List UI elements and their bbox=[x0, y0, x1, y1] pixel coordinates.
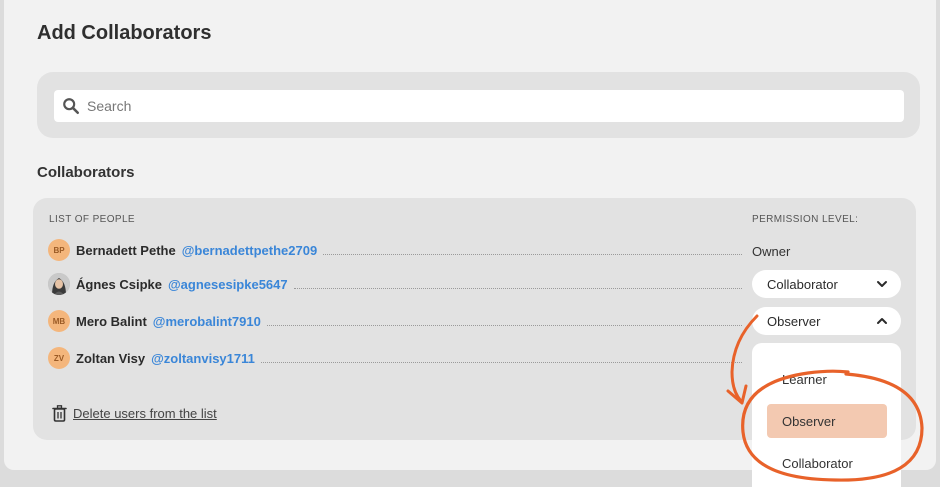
person-name: Mero Balint bbox=[76, 313, 147, 329]
chevron-down-icon bbox=[877, 281, 887, 287]
trash-icon bbox=[52, 405, 67, 422]
avatar: MB bbox=[48, 310, 70, 332]
delete-users-label: Delete users from the list bbox=[73, 406, 217, 421]
list-item: BP Bernadett Pethe @bernadettpethe2709 bbox=[48, 238, 748, 262]
delete-users-button[interactable]: Delete users from the list bbox=[52, 405, 217, 422]
dotted-leader bbox=[260, 362, 742, 363]
permission-dropdown-menu: Learner Observer Collaborator bbox=[752, 343, 901, 487]
avatar: ZV bbox=[48, 347, 70, 369]
person-handle[interactable]: @merobalint7910 bbox=[153, 314, 261, 329]
avatar: BP bbox=[48, 239, 70, 261]
list-item: MB Mero Balint @merobalint7910 bbox=[48, 309, 748, 333]
avatar bbox=[48, 273, 70, 295]
permission-header: PERMISSION LEVEL: bbox=[752, 214, 859, 225]
person-handle[interactable]: @agnesesipke5647 bbox=[168, 277, 288, 292]
select-value: Observer bbox=[767, 313, 821, 329]
option-collaborator[interactable]: Collaborator bbox=[767, 446, 887, 480]
list-header: LIST OF PEOPLE bbox=[49, 214, 136, 225]
list-item: Ágnes Csipke @agnesesipke5647 bbox=[48, 272, 748, 296]
permission-select-observer[interactable]: Observer bbox=[752, 307, 901, 335]
permission-owner: Owner bbox=[752, 244, 791, 259]
search-container bbox=[37, 72, 920, 138]
option-observer[interactable]: Observer bbox=[767, 404, 887, 438]
person-photo-icon bbox=[48, 273, 70, 295]
chevron-up-icon bbox=[877, 318, 887, 324]
page-title: Add Collaborators bbox=[37, 22, 212, 44]
person-name: Ágnes Csipke bbox=[76, 276, 162, 292]
person-name: Bernadett Pethe bbox=[76, 242, 176, 258]
permission-select-collaborator[interactable]: Collaborator bbox=[752, 270, 901, 298]
dotted-leader bbox=[266, 325, 742, 326]
person-name: Zoltan Visy bbox=[76, 350, 146, 366]
dotted-leader bbox=[323, 254, 742, 255]
search-box[interactable] bbox=[54, 90, 904, 122]
search-icon bbox=[63, 98, 80, 115]
list-item: ZV Zoltan Visy @zoltanvisy1711 bbox=[48, 346, 748, 370]
select-value: Collaborator bbox=[767, 276, 838, 292]
section-title: Collaborators bbox=[37, 164, 135, 181]
search-input[interactable] bbox=[87, 98, 887, 114]
person-handle[interactable]: @bernadettpethe2709 bbox=[182, 243, 318, 258]
option-learner[interactable]: Learner bbox=[767, 362, 887, 396]
person-handle[interactable]: @zoltanvisy1711 bbox=[151, 351, 255, 366]
dotted-leader bbox=[293, 288, 742, 289]
